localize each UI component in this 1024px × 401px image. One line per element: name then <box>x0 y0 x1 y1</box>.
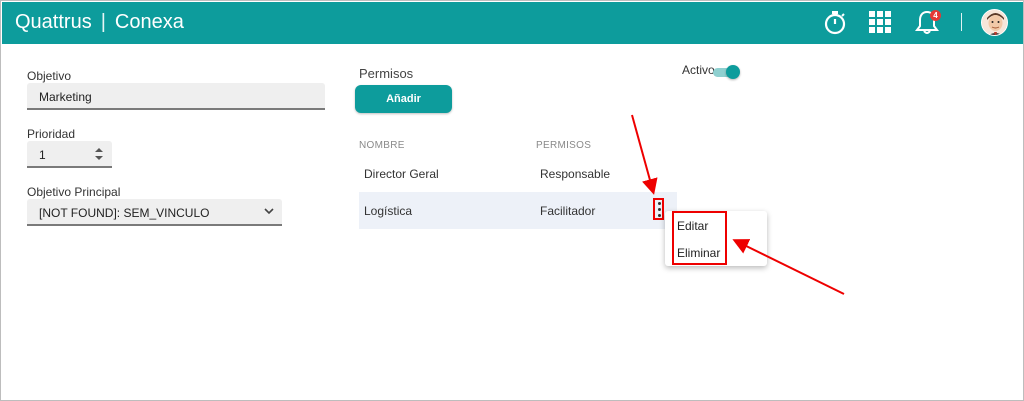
brand-logo[interactable]: Quattrus | Conexa <box>15 11 184 34</box>
row-name: Director Geral <box>364 167 439 181</box>
permisos-title: Permisos <box>359 66 414 81</box>
objetivo-value: Marketing <box>39 90 92 104</box>
table-row[interactable]: Director Geral Responsable <box>359 155 677 192</box>
principal-select[interactable]: [NOT FOUND]: SEM_VINCULO <box>27 199 282 226</box>
row-permission: Facilitador <box>540 204 596 218</box>
activo-label: Activo <box>682 63 715 77</box>
column-header-nombre: NOMBRE <box>359 140 405 151</box>
row-context-menu: Editar Eliminar <box>665 211 767 266</box>
app-window: Quattrus | Conexa 4 Objetivo Marketing P… <box>0 0 1024 401</box>
row-permission: Responsable <box>540 167 611 181</box>
add-permission-button[interactable]: Añadir <box>355 85 452 113</box>
table-row[interactable]: Logística Facilitador <box>359 192 677 229</box>
spinner-arrows-icon[interactable] <box>94 146 104 162</box>
row-name: Logística <box>364 204 413 218</box>
stopwatch-icon[interactable] <box>822 9 848 35</box>
user-avatar[interactable] <box>981 9 1008 36</box>
principal-value: [NOT FOUND]: SEM_VINCULO <box>39 206 210 220</box>
menu-item-eliminar[interactable]: Eliminar <box>677 246 720 260</box>
apps-grid-icon[interactable] <box>867 9 893 35</box>
row-actions-kebab-icon[interactable] <box>653 198 664 220</box>
column-header-permisos: PERMISOS <box>536 140 592 151</box>
notification-badge: 4 <box>930 10 941 21</box>
chevron-down-icon <box>264 208 274 215</box>
objetivo-label: Objetivo <box>27 69 72 83</box>
prioridad-stepper[interactable]: 1 <box>27 141 112 168</box>
objetivo-input[interactable]: Marketing <box>27 83 325 110</box>
brand-separator: | <box>100 11 106 33</box>
principal-label: Objetivo Principal <box>27 185 121 199</box>
prioridad-value: 1 <box>39 148 46 162</box>
header-divider <box>961 13 962 31</box>
menu-item-editar[interactable]: Editar <box>677 219 708 233</box>
prioridad-label: Prioridad <box>27 127 76 141</box>
activo-toggle-knob[interactable] <box>726 65 740 79</box>
brand-product: Conexa <box>114 11 184 33</box>
brand-name: Quattrus <box>15 11 92 33</box>
